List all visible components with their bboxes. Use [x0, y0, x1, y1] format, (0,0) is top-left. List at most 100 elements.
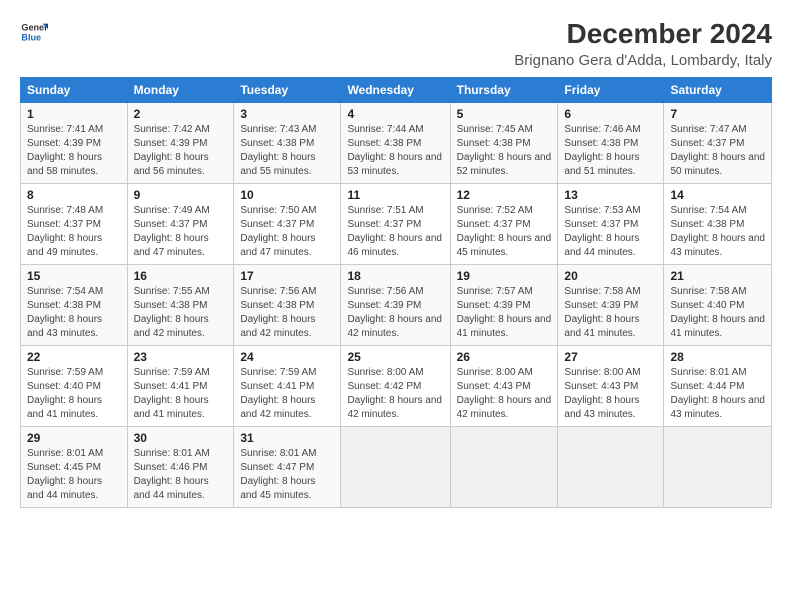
calendar-cell	[664, 427, 772, 508]
day-number: 6	[564, 107, 657, 121]
day-info: Sunrise: 7:43 AM Sunset: 4:38 PM Dayligh…	[240, 123, 334, 179]
day-info: Sunrise: 8:00 AM Sunset: 4:43 PM Dayligh…	[564, 366, 657, 422]
day-info: Sunrise: 8:00 AM Sunset: 4:42 PM Dayligh…	[347, 366, 443, 422]
calendar-cell: 2 Sunrise: 7:42 AM Sunset: 4:39 PM Daylig…	[127, 103, 234, 184]
subtitle: Brignano Gera d'Adda, Lombardy, Italy	[514, 52, 772, 69]
day-info: Sunrise: 7:52 AM Sunset: 4:37 PM Dayligh…	[457, 204, 552, 260]
header: General Blue December 2024 Brignano Gera…	[20, 18, 772, 69]
day-number: 12	[457, 188, 552, 202]
day-info: Sunrise: 8:01 AM Sunset: 4:46 PM Dayligh…	[134, 447, 228, 503]
day-number: 31	[240, 431, 334, 445]
day-info: Sunrise: 8:01 AM Sunset: 4:45 PM Dayligh…	[27, 447, 121, 503]
day-number: 4	[347, 107, 443, 121]
day-info: Sunrise: 7:51 AM Sunset: 4:37 PM Dayligh…	[347, 204, 443, 260]
calendar-cell: 22 Sunrise: 7:59 AM Sunset: 4:40 PM Dayli…	[21, 346, 128, 427]
day-number: 1	[27, 107, 121, 121]
calendar-cell: 26 Sunrise: 8:00 AM Sunset: 4:43 PM Dayli…	[450, 346, 558, 427]
calendar-cell: 30 Sunrise: 8:01 AM Sunset: 4:46 PM Dayli…	[127, 427, 234, 508]
day-number: 25	[347, 350, 443, 364]
week-row-2: 8 Sunrise: 7:48 AM Sunset: 4:37 PM Daylig…	[21, 184, 772, 265]
day-number: 2	[134, 107, 228, 121]
day-number: 17	[240, 269, 334, 283]
day-info: Sunrise: 7:59 AM Sunset: 4:41 PM Dayligh…	[240, 366, 334, 422]
week-row-5: 29 Sunrise: 8:01 AM Sunset: 4:45 PM Dayli…	[21, 427, 772, 508]
day-number: 15	[27, 269, 121, 283]
calendar-cell: 15Sunrise: 7:54 AM Sunset: 4:38 PM Dayli…	[21, 265, 128, 346]
day-number: 19	[457, 269, 552, 283]
col-sunday: Sunday	[21, 78, 128, 103]
day-number: 23	[134, 350, 228, 364]
calendar-cell: 7 Sunrise: 7:47 AM Sunset: 4:37 PM Daylig…	[664, 103, 772, 184]
logo-icon: General Blue	[20, 18, 48, 46]
day-number: 7	[670, 107, 765, 121]
calendar-cell: 27 Sunrise: 8:00 AM Sunset: 4:43 PM Dayli…	[558, 346, 664, 427]
calendar-table: Sunday Monday Tuesday Wednesday Thursday…	[20, 77, 772, 508]
day-number: 28	[670, 350, 765, 364]
day-info: Sunrise: 8:00 AM Sunset: 4:43 PM Dayligh…	[457, 366, 552, 422]
calendar-cell: 5Sunrise: 7:45 AM Sunset: 4:38 PM Daylig…	[450, 103, 558, 184]
week-row-1: 1Sunrise: 7:41 AM Sunset: 4:39 PM Daylig…	[21, 103, 772, 184]
calendar-cell: 28 Sunrise: 8:01 AM Sunset: 4:44 PM Dayli…	[664, 346, 772, 427]
day-info: Sunrise: 7:48 AM Sunset: 4:37 PM Dayligh…	[27, 204, 121, 260]
calendar-cell: 24Sunrise: 7:59 AM Sunset: 4:41 PM Dayli…	[234, 346, 341, 427]
calendar-cell: 13 Sunrise: 7:53 AM Sunset: 4:37 PM Dayli…	[558, 184, 664, 265]
day-number: 30	[134, 431, 228, 445]
calendar-cell: 23Sunrise: 7:59 AM Sunset: 4:41 PM Dayli…	[127, 346, 234, 427]
day-number: 8	[27, 188, 121, 202]
day-info: Sunrise: 7:46 AM Sunset: 4:38 PM Dayligh…	[564, 123, 657, 179]
day-info: Sunrise: 7:50 AM Sunset: 4:37 PM Dayligh…	[240, 204, 334, 260]
calendar-cell	[341, 427, 450, 508]
week-row-4: 22 Sunrise: 7:59 AM Sunset: 4:40 PM Dayli…	[21, 346, 772, 427]
day-number: 10	[240, 188, 334, 202]
calendar-cell: 6 Sunrise: 7:46 AM Sunset: 4:38 PM Daylig…	[558, 103, 664, 184]
calendar-cell: 9Sunrise: 7:49 AM Sunset: 4:37 PM Daylig…	[127, 184, 234, 265]
day-number: 11	[347, 188, 443, 202]
day-number: 22	[27, 350, 121, 364]
col-monday: Monday	[127, 78, 234, 103]
calendar-cell: 14Sunrise: 7:54 AM Sunset: 4:38 PM Dayli…	[664, 184, 772, 265]
calendar-cell: 10 Sunrise: 7:50 AM Sunset: 4:37 PM Dayli…	[234, 184, 341, 265]
day-number: 18	[347, 269, 443, 283]
calendar-cell: 4Sunrise: 7:44 AM Sunset: 4:38 PM Daylig…	[341, 103, 450, 184]
col-friday: Friday	[558, 78, 664, 103]
day-info: Sunrise: 7:59 AM Sunset: 4:40 PM Dayligh…	[27, 366, 121, 422]
day-info: Sunrise: 7:53 AM Sunset: 4:37 PM Dayligh…	[564, 204, 657, 260]
calendar-cell: 3 Sunrise: 7:43 AM Sunset: 4:38 PM Daylig…	[234, 103, 341, 184]
week-row-3: 15Sunrise: 7:54 AM Sunset: 4:38 PM Dayli…	[21, 265, 772, 346]
day-number: 26	[457, 350, 552, 364]
svg-text:Blue: Blue	[21, 32, 41, 42]
day-info: Sunrise: 7:58 AM Sunset: 4:40 PM Dayligh…	[670, 285, 765, 341]
calendar-cell: 8 Sunrise: 7:48 AM Sunset: 4:37 PM Daylig…	[21, 184, 128, 265]
calendar-cell: 17Sunrise: 7:56 AM Sunset: 4:38 PM Dayli…	[234, 265, 341, 346]
day-number: 21	[670, 269, 765, 283]
day-number: 13	[564, 188, 657, 202]
col-wednesday: Wednesday	[341, 78, 450, 103]
calendar-cell: 16Sunrise: 7:55 AM Sunset: 4:38 PM Dayli…	[127, 265, 234, 346]
day-number: 3	[240, 107, 334, 121]
calendar-cell: 20Sunrise: 7:58 AM Sunset: 4:39 PM Dayli…	[558, 265, 664, 346]
header-row: Sunday Monday Tuesday Wednesday Thursday…	[21, 78, 772, 103]
calendar-cell: 31 Sunrise: 8:01 AM Sunset: 4:47 PM Dayli…	[234, 427, 341, 508]
calendar-cell: 29 Sunrise: 8:01 AM Sunset: 4:45 PM Dayli…	[21, 427, 128, 508]
calendar-cell: 1Sunrise: 7:41 AM Sunset: 4:39 PM Daylig…	[21, 103, 128, 184]
day-info: Sunrise: 8:01 AM Sunset: 4:44 PM Dayligh…	[670, 366, 765, 422]
calendar-cell: 25 Sunrise: 8:00 AM Sunset: 4:42 PM Dayli…	[341, 346, 450, 427]
day-number: 29	[27, 431, 121, 445]
calendar-cell	[558, 427, 664, 508]
day-info: Sunrise: 7:57 AM Sunset: 4:39 PM Dayligh…	[457, 285, 552, 341]
calendar-cell: 19 Sunrise: 7:57 AM Sunset: 4:39 PM Dayli…	[450, 265, 558, 346]
col-saturday: Saturday	[664, 78, 772, 103]
day-number: 27	[564, 350, 657, 364]
day-number: 9	[134, 188, 228, 202]
calendar-cell: 12 Sunrise: 7:52 AM Sunset: 4:37 PM Dayli…	[450, 184, 558, 265]
calendar-cell: 21 Sunrise: 7:58 AM Sunset: 4:40 PM Dayli…	[664, 265, 772, 346]
day-info: Sunrise: 7:58 AM Sunset: 4:39 PM Dayligh…	[564, 285, 657, 341]
day-info: Sunrise: 7:54 AM Sunset: 4:38 PM Dayligh…	[670, 204, 765, 260]
day-info: Sunrise: 7:56 AM Sunset: 4:39 PM Dayligh…	[347, 285, 443, 341]
day-number: 5	[457, 107, 552, 121]
logo: General Blue	[20, 18, 48, 46]
calendar-cell: 11 Sunrise: 7:51 AM Sunset: 4:37 PM Dayli…	[341, 184, 450, 265]
day-info: Sunrise: 7:47 AM Sunset: 4:37 PM Dayligh…	[670, 123, 765, 179]
day-info: Sunrise: 7:42 AM Sunset: 4:39 PM Dayligh…	[134, 123, 228, 179]
day-info: Sunrise: 8:01 AM Sunset: 4:47 PM Dayligh…	[240, 447, 334, 503]
